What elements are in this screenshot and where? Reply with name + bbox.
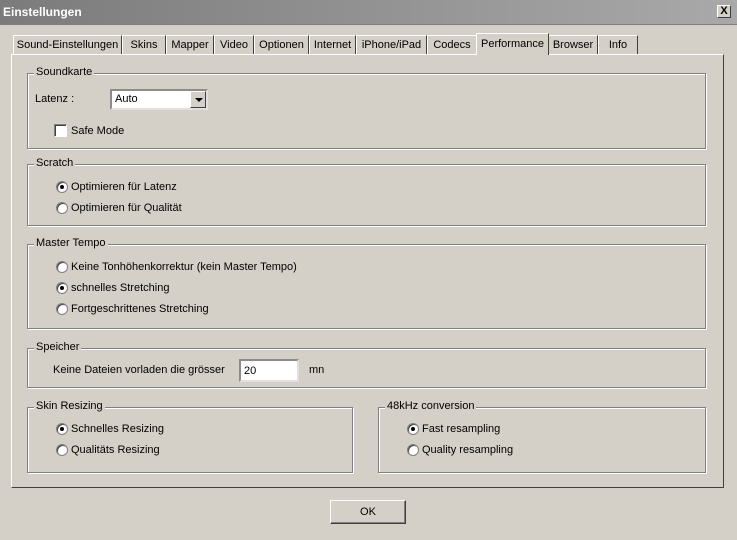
tab-codecs[interactable]: Codecs: [427, 35, 477, 54]
speicher-unit: mn: [309, 364, 325, 376]
radio-schnelles-stretching[interactable]: [56, 282, 68, 294]
radio-quality-resampling-label[interactable]: Quality resampling: [422, 444, 513, 456]
radio-schnelles-resizing-label[interactable]: Schnelles Resizing: [71, 423, 164, 435]
skin-resizing-legend: Skin Resizing: [34, 400, 105, 412]
tab-browser[interactable]: Browser: [548, 35, 598, 54]
radio-optimieren-latenz-label[interactable]: Optimieren für Latenz: [71, 181, 177, 193]
radio-optimieren-qualitaet-label[interactable]: Optimieren für Qualität: [71, 202, 182, 214]
tab-internet[interactable]: Internet: [309, 35, 356, 54]
speicher-legend: Speicher: [34, 341, 82, 353]
close-icon: X: [720, 5, 728, 17]
soundkarte-legend: Soundkarte: [34, 66, 95, 78]
radio-fast-resampling-label[interactable]: Fast resampling: [422, 423, 500, 435]
radio-schnelles-resizing[interactable]: [56, 423, 68, 435]
preload-size-input[interactable]: [239, 359, 299, 382]
tab-performance[interactable]: Performance: [476, 33, 549, 55]
radio-optimieren-qualitaet[interactable]: [56, 202, 68, 214]
safe-mode-label[interactable]: Safe Mode: [71, 125, 124, 137]
skin-resizing-group: Skin Resizing Schnelles Resizing Qualitä…: [27, 400, 353, 473]
radio-fortgeschrittenes-stretching[interactable]: [56, 303, 68, 315]
close-button[interactable]: X: [717, 5, 731, 18]
master-tempo-legend: Master Tempo: [34, 237, 108, 249]
chevron-down-icon[interactable]: [190, 91, 206, 108]
speicher-label: Keine Dateien vorladen die grösser: [53, 364, 225, 376]
performance-panel: Soundkarte Latenz : Auto Safe Mode Scrat…: [11, 54, 724, 488]
radio-optimieren-latenz[interactable]: [56, 181, 68, 193]
soundkarte-group: Soundkarte Latenz : Auto Safe Mode: [27, 66, 706, 149]
master-tempo-group: Master Tempo Keine Tonhöhenkorrektur (ke…: [27, 237, 706, 329]
scratch-legend: Scratch: [34, 157, 76, 169]
tab-sound-einstellungen[interactable]: Sound-Einstellungen: [13, 35, 122, 54]
tab-optionen[interactable]: Optionen: [254, 35, 309, 54]
radio-qualitaets-resizing[interactable]: [56, 444, 68, 456]
tab-info[interactable]: Info: [598, 35, 638, 54]
radio-selected-dot: [411, 427, 415, 431]
conversion-48khz-legend: 48kHz conversion: [385, 400, 477, 412]
radio-fast-resampling[interactable]: [407, 423, 419, 435]
radio-quality-resampling[interactable]: [407, 444, 419, 456]
radio-selected-dot: [60, 427, 64, 431]
speicher-group: Speicher Keine Dateien vorladen die grös…: [27, 341, 706, 388]
scratch-group: Scratch Optimieren für Latenz Optimieren…: [27, 157, 706, 226]
window-title: Einstellungen: [3, 5, 82, 19]
radio-keine-tonhoehenkorrektur-label[interactable]: Keine Tonhöhenkorrektur (kein Master Tem…: [71, 261, 297, 273]
tab-mapper[interactable]: Mapper: [166, 35, 214, 54]
ok-button[interactable]: OK: [330, 500, 406, 524]
radio-schnelles-stretching-label[interactable]: schnelles Stretching: [71, 282, 169, 294]
title-bar: Einstellungen X: [0, 0, 737, 25]
safe-mode-checkbox[interactable]: [54, 124, 67, 137]
radio-keine-tonhoehenkorrektur[interactable]: [56, 261, 68, 273]
tab-iphone-ipad[interactable]: iPhone/iPad: [356, 35, 427, 54]
radio-qualitaets-resizing-label[interactable]: Qualitäts Resizing: [71, 444, 160, 456]
latenz-label: Latenz :: [35, 93, 75, 105]
tab-skins[interactable]: Skins: [122, 35, 166, 54]
conversion-48khz-group: 48kHz conversion Fast resampling Quality…: [378, 400, 706, 473]
radio-fortgeschrittenes-stretching-label[interactable]: Fortgeschrittenes Stretching: [71, 303, 209, 315]
latenz-value: Auto: [115, 93, 138, 105]
radio-selected-dot: [60, 185, 64, 189]
radio-selected-dot: [60, 286, 64, 290]
tab-video[interactable]: Video: [214, 35, 254, 54]
latenz-dropdown[interactable]: Auto: [110, 89, 208, 110]
